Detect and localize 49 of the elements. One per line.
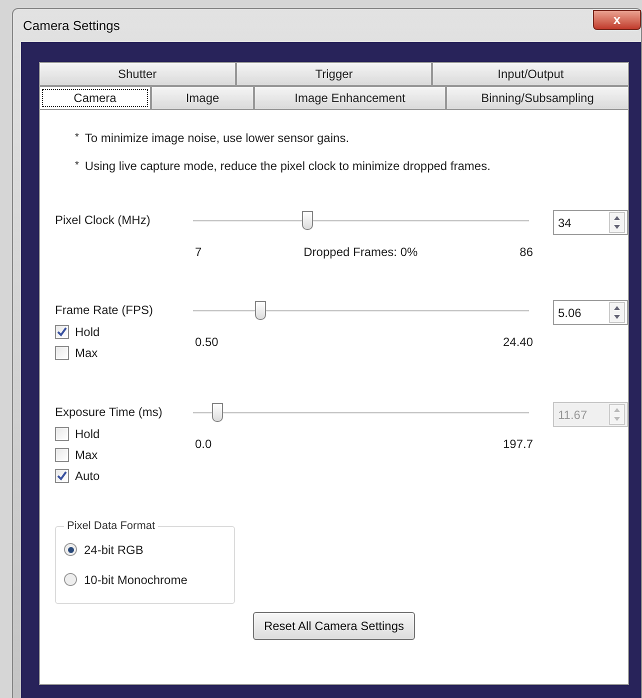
slider[interactable] — [193, 210, 529, 231]
radio-button[interactable] — [64, 543, 77, 556]
bullet: * — [75, 159, 79, 173]
slider-minimum: 0.0 — [195, 436, 212, 453]
checkbox-label: Max — [75, 344, 98, 362]
note-text: Using live capture mode, reduce the pixel clock to minimize dropped frames. — [84, 158, 490, 175]
tab[interactable]: Image Enhancement — [254, 86, 446, 110]
slider-minimum: 0.50 — [195, 334, 218, 351]
tab[interactable]: Shutter — [39, 62, 236, 86]
tab[interactable]: Camera — [39, 86, 151, 110]
bullet: * — [75, 131, 79, 145]
slider-thumb[interactable] — [255, 301, 266, 320]
spin-arrows-icon[interactable] — [609, 212, 625, 233]
tab[interactable]: Binning/Subsampling — [446, 86, 629, 110]
checkmark-icon — [57, 470, 67, 480]
tab[interactable]: Image — [151, 86, 254, 110]
group-title: Pixel Data Format — [66, 519, 156, 534]
checkbox-label: Hold — [75, 324, 100, 340]
reset-button[interactable]: Reset All Camera Settings — [252, 612, 416, 640]
slider-maximum: 24.40 — [502, 334, 533, 351]
tab[interactable]: Input/Output — [432, 62, 630, 86]
checkbox-label: Max — [75, 446, 98, 464]
slider-thumb[interactable] — [302, 211, 314, 230]
control-label: Pixel Clock (MHz) — [55, 212, 152, 229]
radio-label: 24-bit RGB — [84, 542, 144, 558]
checkbox[interactable] — [55, 324, 69, 338]
radio-label: 10-bit Monochrome — [84, 572, 188, 588]
slider[interactable] — [193, 402, 529, 423]
slider-maximum: 86 — [520, 244, 533, 261]
slider[interactable] — [193, 300, 529, 321]
note-text: To minimize image noise, use lower sensor gains. — [84, 130, 350, 147]
dropped-frames-label: Dropped Frames: 0% — [304, 244, 418, 261]
spin-value: 5.06 — [557, 304, 582, 322]
checkbox-label: Auto — [75, 468, 100, 484]
checkmark-icon — [57, 326, 67, 336]
slider-maximum: 197.7 — [502, 436, 533, 453]
spin-value: 11.67 — [557, 406, 588, 424]
spin-value: 34 — [557, 214, 572, 232]
window-title: Camera Settings — [22, 16, 120, 35]
spin-box[interactable]: 34 — [553, 210, 628, 235]
control-label: Exposure Time (ms) — [55, 404, 164, 421]
control-label: Frame Rate (FPS) — [55, 302, 154, 319]
checkbox[interactable] — [55, 346, 69, 360]
radio-button[interactable] — [64, 573, 77, 586]
tab[interactable]: Trigger — [236, 62, 432, 86]
checkbox-label: Hold — [75, 426, 100, 442]
spin-arrows-icon[interactable] — [609, 302, 625, 323]
slider-minimum: 7 — [195, 244, 202, 261]
spin-box[interactable]: 5.06 — [553, 300, 628, 325]
